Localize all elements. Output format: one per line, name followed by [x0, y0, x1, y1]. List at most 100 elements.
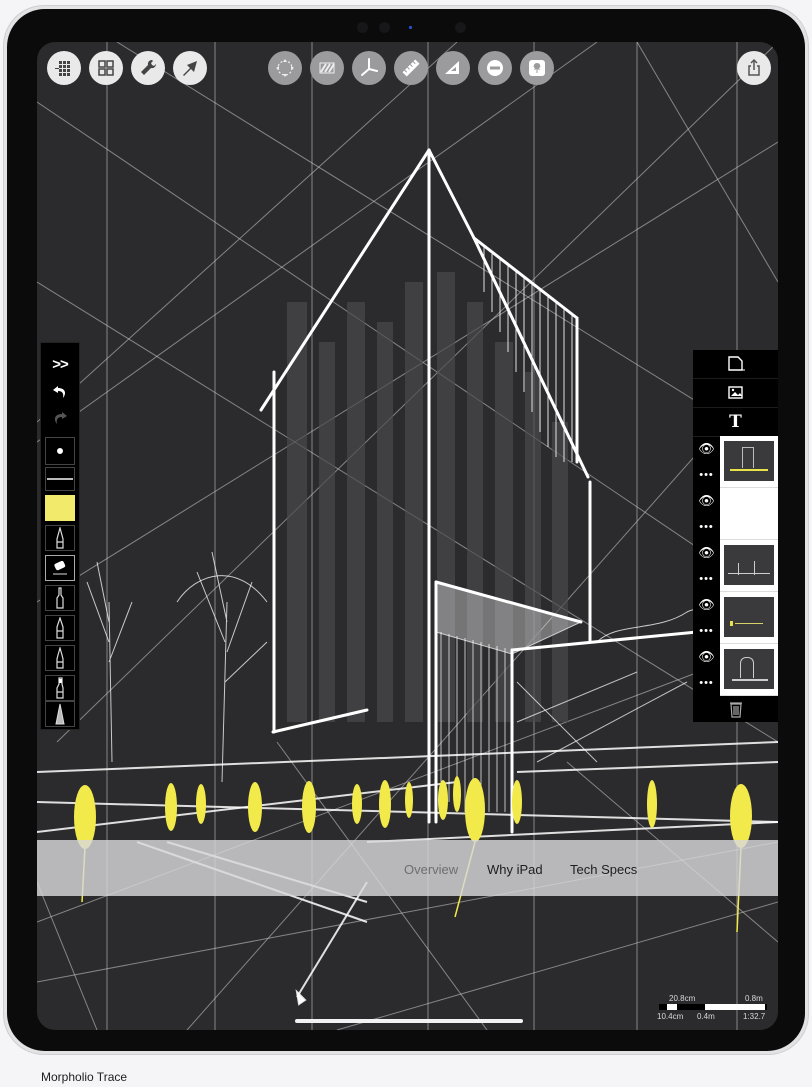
- share-icon: [748, 58, 760, 76]
- scale-label-bottom-mid: 0.4m: [697, 1012, 715, 1021]
- layer-thumbnail[interactable]: [720, 540, 778, 592]
- eye-icon: 👁: [698, 493, 715, 508]
- scale-ratio: 1:32.7: [743, 1012, 766, 1021]
- layer-options-button[interactable]: •••: [693, 462, 720, 488]
- delete-layer-button[interactable]: [693, 696, 778, 722]
- thumbnail-sketch-full: [724, 441, 774, 481]
- eraser-icon: [53, 560, 67, 575]
- nav-link-why-ipad[interactable]: Why iPad: [487, 862, 543, 877]
- color-swatch-button[interactable]: [45, 495, 75, 521]
- layer-options-button[interactable]: •••: [693, 566, 720, 592]
- arrow-icon: [183, 61, 197, 76]
- layer-visibility-toggle[interactable]: 👁: [693, 436, 720, 462]
- chisel-marker-icon: [55, 703, 65, 725]
- stamp-button[interactable]: [520, 51, 554, 85]
- more-dots-icon: •••: [699, 521, 714, 533]
- import-image-button[interactable]: [693, 379, 778, 408]
- fineliner-icon: [56, 647, 64, 669]
- redo-icon: [54, 412, 67, 424]
- marker-tool-button[interactable]: [45, 585, 75, 611]
- layer-thumbnail[interactable]: [720, 644, 778, 696]
- more-dots-icon: •••: [699, 677, 714, 689]
- text-icon: T: [729, 412, 742, 432]
- layer-visibility-toggle[interactable]: 👁: [693, 644, 720, 670]
- layer-item[interactable]: 👁 •••: [693, 436, 778, 488]
- home-indicator[interactable]: [295, 1019, 523, 1023]
- redo-button[interactable]: [45, 407, 75, 429]
- layer-thumbnail[interactable]: [720, 436, 778, 488]
- scale-label-top-right: 0.8m: [745, 994, 763, 1003]
- layer-visibility-toggle[interactable]: 👁: [693, 592, 720, 618]
- gallery-icon: [98, 60, 114, 76]
- select-arrow-button[interactable]: [173, 51, 207, 85]
- gallery-button[interactable]: [89, 51, 123, 85]
- layer-options-button[interactable]: •••: [693, 618, 720, 644]
- layer-item[interactable]: 👁 •••: [693, 488, 778, 540]
- ipad-device: >> T 👁 ••• 👁 ••• 👁 ••• 👁 ••• 👁 ••• Overv…: [4, 6, 808, 1054]
- layer-item[interactable]: 👁 •••: [693, 644, 778, 696]
- wrench-icon: [141, 59, 157, 75]
- brush-size-icon: [57, 448, 63, 454]
- ruler-button[interactable]: [394, 51, 428, 85]
- new-layer-button[interactable]: [693, 350, 778, 379]
- grid-dots-icon: [55, 61, 70, 76]
- perspective-button[interactable]: [352, 51, 386, 85]
- brush-pen-tool-button[interactable]: [45, 675, 75, 701]
- layer-visibility-toggle[interactable]: 👁: [693, 488, 720, 514]
- pencil-tool-button[interactable]: [45, 615, 75, 641]
- thumbnail-sketch-building: [724, 649, 774, 689]
- pen-tool-button[interactable]: [45, 525, 75, 551]
- tree-stamp-icon: [529, 60, 545, 76]
- collapse-chevrons-icon: >>: [52, 355, 69, 373]
- nav-link-tech-specs[interactable]: Tech Specs: [570, 862, 637, 877]
- grid-button[interactable]: [47, 51, 81, 85]
- chisel-marker-tool-button[interactable]: [45, 701, 75, 727]
- thumbnail-blank: [724, 493, 774, 533]
- layer-options-button[interactable]: •••: [693, 514, 720, 540]
- trash-icon: [729, 702, 742, 718]
- more-dots-icon: •••: [699, 625, 714, 637]
- app-screen: >> T 👁 ••• 👁 ••• 👁 ••• 👁 ••• 👁 ••• Overv…: [37, 42, 778, 1030]
- import-image-icon: [727, 386, 743, 399]
- scale-label-top-left: 20.8cm: [669, 994, 696, 1003]
- layer-thumbnail[interactable]: [720, 592, 778, 644]
- scale-label-bottom-left: 10.4cm: [657, 1012, 684, 1021]
- eraser-tool-button[interactable]: [45, 555, 75, 581]
- thumbnail-sketch-ground: [724, 545, 774, 585]
- more-dots-icon: •••: [699, 469, 714, 481]
- share-button[interactable]: [737, 51, 771, 85]
- nav-link-overview[interactable]: Overview: [404, 862, 458, 877]
- layers-panel: T 👁 ••• 👁 ••• 👁 ••• 👁 ••• 👁 •••: [693, 350, 778, 722]
- layer-item[interactable]: 👁 •••: [693, 592, 778, 644]
- camera-array: [347, 19, 477, 35]
- sensor-dot: [455, 22, 466, 33]
- pen-icon: [56, 527, 64, 549]
- ellipse-button[interactable]: [478, 51, 512, 85]
- layer-thumbnail[interactable]: [720, 488, 778, 540]
- layer-options-button[interactable]: •••: [693, 670, 720, 696]
- fineliner-tool-button[interactable]: [45, 645, 75, 671]
- sensor-dot: [357, 22, 368, 33]
- transform-button[interactable]: [268, 51, 302, 85]
- triangle-button[interactable]: [436, 51, 470, 85]
- settings-button[interactable]: [131, 51, 165, 85]
- pencil-icon: [56, 617, 64, 639]
- hatch-button[interactable]: [310, 51, 344, 85]
- new-layer-icon: [727, 356, 745, 371]
- collapse-toolbar-button[interactable]: >>: [45, 353, 75, 375]
- line-weight-button[interactable]: [45, 467, 75, 491]
- triangle-icon: [445, 61, 459, 74]
- brush-size-button[interactable]: [45, 437, 75, 465]
- layer-visibility-toggle[interactable]: 👁: [693, 540, 720, 566]
- eye-icon: 👁: [698, 545, 715, 560]
- transform-icon: [276, 59, 294, 77]
- layer-item[interactable]: 👁 •••: [693, 540, 778, 592]
- scale-bar-graphic: [659, 1004, 767, 1010]
- undo-button[interactable]: [45, 381, 75, 403]
- text-tool-button[interactable]: T: [693, 408, 778, 437]
- more-dots-icon: •••: [699, 573, 714, 585]
- hatch-icon: [319, 62, 335, 74]
- brush-pen-icon: [56, 677, 64, 699]
- scale-bar: 20.8cm 0.8m 10.4cm 0.4m 1:32.7: [655, 994, 775, 1028]
- undo-icon: [53, 386, 66, 398]
